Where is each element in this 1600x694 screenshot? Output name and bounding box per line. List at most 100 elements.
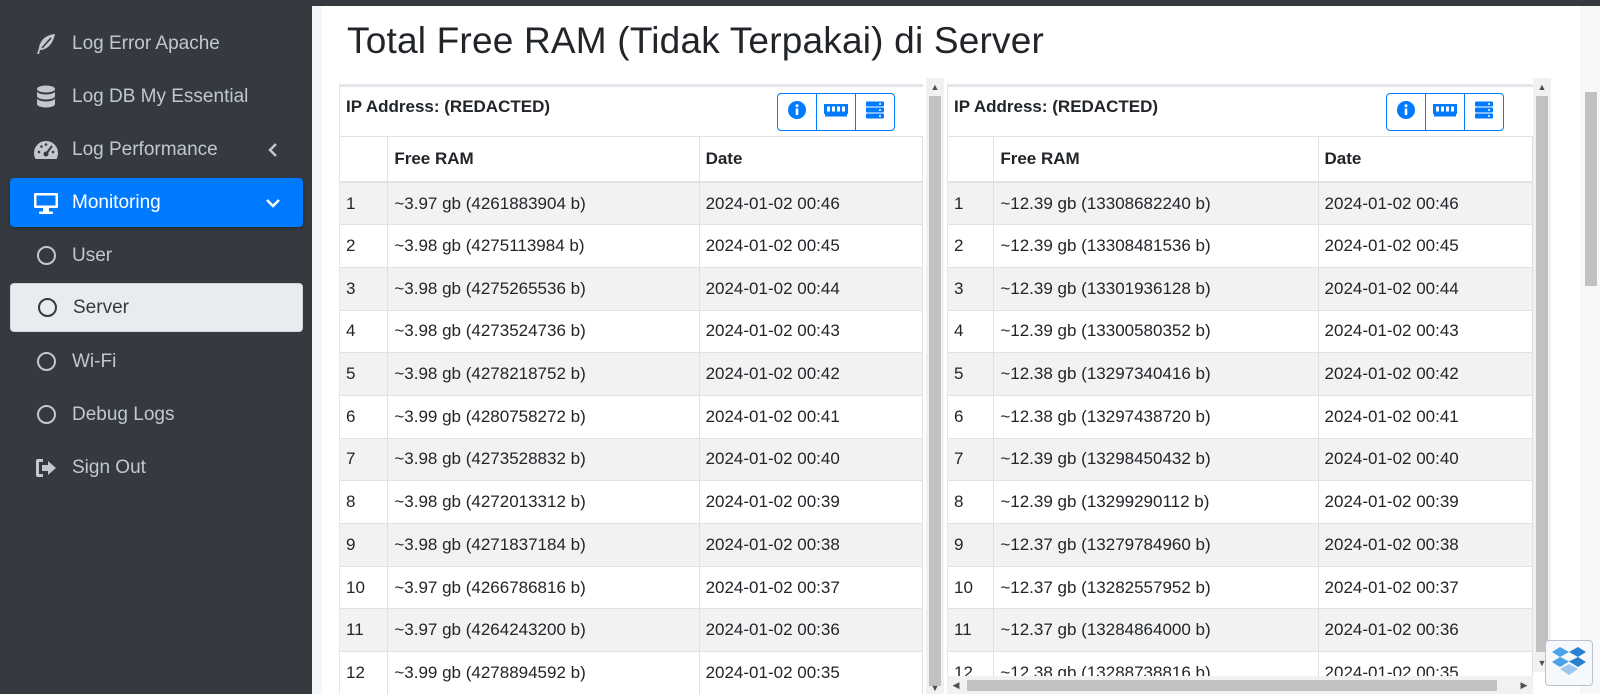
server-icon	[1474, 100, 1494, 125]
row-index: 11	[948, 608, 995, 652]
sidebar-item-monitoring[interactable]: Monitoring	[10, 178, 303, 227]
row-index: 2	[340, 224, 389, 268]
table-body: 1 ~12.39 gb (13308682240 b) 2024-01-02 00:…	[948, 181, 1533, 694]
free-ram-value: ~12.38 gb (13297438720 b)	[993, 394, 1319, 439]
server-button[interactable]	[855, 93, 895, 131]
free-ram-value: ~3.98 gb (4273524736 b)	[387, 309, 700, 353]
memory-button[interactable]	[816, 93, 856, 131]
card-toolbar	[777, 93, 895, 131]
scroll-up-arrow[interactable]: ▲	[1533, 82, 1551, 92]
dropbox-icon	[1551, 645, 1587, 682]
table-row: 5 ~12.38 gb (13297340416 b) 2024-01-02 00:…	[948, 352, 1533, 396]
column-header-date[interactable]: Date	[699, 137, 923, 183]
server-card-2: IP Address: (REDACTED) Free RAM Date 1 ~1…	[947, 84, 1533, 694]
scroll-left-arrow[interactable]: ◀	[947, 680, 965, 690]
row-index: 1	[340, 181, 389, 225]
horizontal-scrollbar[interactable]: ◀ ▶	[947, 676, 1533, 694]
memory-button[interactable]	[1425, 93, 1465, 131]
table-row: 4 ~12.39 gb (13300580352 b) 2024-01-02 00:…	[948, 309, 1533, 353]
scroll-right-arrow[interactable]: ▶	[1515, 680, 1533, 690]
server-button[interactable]	[1464, 93, 1504, 131]
info-button[interactable]	[777, 93, 817, 131]
circle-icon	[32, 242, 60, 270]
info-button[interactable]	[1386, 93, 1426, 131]
sidebar-item-label: User	[72, 244, 113, 266]
free-ram-value: ~3.98 gb (4275113984 b)	[387, 224, 700, 268]
date-value: 2024-01-02 00:43	[1318, 309, 1533, 353]
table-row: 4 ~3.98 gb (4273524736 b) 2024-01-02 00:43	[340, 309, 923, 353]
scroll-down-arrow[interactable]: ▼	[926, 683, 944, 693]
row-index: 9	[948, 523, 995, 567]
date-value: 2024-01-02 00:37	[1318, 565, 1533, 609]
date-value: 2024-01-02 00:38	[699, 523, 923, 567]
row-index: 9	[340, 523, 389, 567]
sidebar-item-log-db[interactable]: Log DB My Essential	[10, 72, 303, 121]
free-ram-value: ~3.98 gb (4278218752 b)	[387, 352, 700, 396]
table-row: 9 ~12.37 gb (13279784960 b) 2024-01-02 00:…	[948, 523, 1533, 567]
row-index: 7	[948, 437, 995, 481]
dropbox-widget-button[interactable]	[1545, 640, 1593, 686]
sidebar-item-log-error-apache[interactable]: Log Error Apache	[10, 19, 303, 68]
sidebar-item-log-performance[interactable]: Log Performance	[10, 125, 303, 174]
info-icon	[787, 100, 807, 125]
date-value: 2024-01-02 00:46	[699, 181, 923, 225]
free-ram-value: ~3.99 gb (4278894592 b)	[387, 651, 700, 694]
column-header-index	[340, 137, 389, 183]
free-ram-value: ~12.37 gb (13284864000 b)	[993, 608, 1319, 652]
table-row: 1 ~3.97 gb (4261883904 b) 2024-01-02 00:46	[340, 181, 923, 225]
circle-icon	[32, 348, 60, 376]
date-value: 2024-01-02 00:43	[699, 309, 923, 353]
sidebar-item-sign-out[interactable]: Sign Out	[10, 443, 303, 492]
table-row: 6 ~3.99 gb (4280758272 b) 2024-01-02 00:41	[340, 394, 923, 439]
column-header-free-ram[interactable]: Free RAM	[993, 137, 1319, 183]
date-value: 2024-01-02 00:38	[1318, 523, 1533, 567]
date-value: 2024-01-02 00:40	[699, 437, 923, 481]
table-row: 11 ~3.97 gb (4264243200 b) 2024-01-02 00:3…	[340, 608, 923, 652]
row-index: 5	[340, 352, 389, 396]
row-index: 6	[340, 394, 389, 439]
scroll-up-arrow[interactable]: ▲	[926, 82, 944, 92]
free-ram-value: ~3.98 gb (4273528832 b)	[387, 437, 700, 481]
scrollbar-thumb[interactable]	[929, 96, 941, 686]
date-value: 2024-01-02 00:40	[1318, 437, 1533, 481]
date-value: 2024-01-02 00:44	[699, 266, 923, 311]
date-value: 2024-01-02 00:35	[699, 651, 923, 694]
free-ram-value: ~12.37 gb (13282557952 b)	[993, 565, 1319, 609]
sidebar-item-debug-logs[interactable]: Debug Logs	[10, 390, 303, 439]
card-header: IP Address: (REDACTED)	[340, 87, 923, 137]
free-ram-value: ~12.39 gb (13308682240 b)	[993, 181, 1319, 225]
free-ram-value: ~12.39 gb (13308481536 b)	[993, 224, 1319, 268]
page-title: Total Free RAM (Tidak Terpakai) di Serve…	[347, 20, 1045, 61]
sidebar-item-user[interactable]: User	[10, 231, 303, 280]
date-value: 2024-01-02 00:36	[699, 608, 923, 652]
free-ram-value: ~12.39 gb (13301936128 b)	[993, 266, 1319, 311]
sidebar-item-label: Wi-Fi	[72, 350, 117, 372]
page-scrollbar[interactable]	[1582, 6, 1600, 694]
vertical-scrollbar[interactable]: ▲ ▼	[926, 78, 944, 694]
table-row: 3 ~12.39 gb (13301936128 b) 2024-01-02 00:…	[948, 266, 1533, 311]
sidebar-item-label: Debug Logs	[72, 403, 175, 425]
scrollbar-thumb[interactable]	[1536, 96, 1548, 652]
info-icon	[1396, 100, 1416, 125]
table-row: 8 ~12.39 gb (13299290112 b) 2024-01-02 00:…	[948, 480, 1533, 524]
free-ram-value: ~12.38 gb (13297340416 b)	[993, 352, 1319, 396]
table-header-row: Free RAM Date	[948, 137, 1533, 183]
date-value: 2024-01-02 00:44	[1318, 266, 1533, 311]
sign-out-icon	[32, 454, 60, 482]
scrollbar-thumb[interactable]	[967, 680, 1497, 691]
sidebar-item-wifi[interactable]: Wi-Fi	[10, 337, 303, 386]
card-toolbar	[1386, 93, 1504, 131]
scrollbar-thumb[interactable]	[1585, 92, 1597, 286]
card-header: IP Address: (REDACTED)	[948, 87, 1533, 137]
date-value: 2024-01-02 00:41	[699, 394, 923, 439]
sidebar-item-label: Sign Out	[72, 456, 146, 478]
memory-icon	[1432, 101, 1458, 124]
vertical-scrollbar[interactable]: ▲ ▼	[1533, 78, 1551, 672]
column-header-free-ram[interactable]: Free RAM	[387, 137, 700, 183]
table-row: 3 ~3.98 gb (4275265536 b) 2024-01-02 00:44	[340, 266, 923, 311]
column-header-date[interactable]: Date	[1318, 137, 1533, 183]
table-row: 8 ~3.98 gb (4272013312 b) 2024-01-02 00:39	[340, 480, 923, 524]
sidebar-item-server[interactable]: Server	[10, 283, 303, 332]
sidebar-item-label: Server	[73, 296, 129, 318]
table-row: 12 ~3.99 gb (4278894592 b) 2024-01-02 00:3…	[340, 651, 923, 694]
